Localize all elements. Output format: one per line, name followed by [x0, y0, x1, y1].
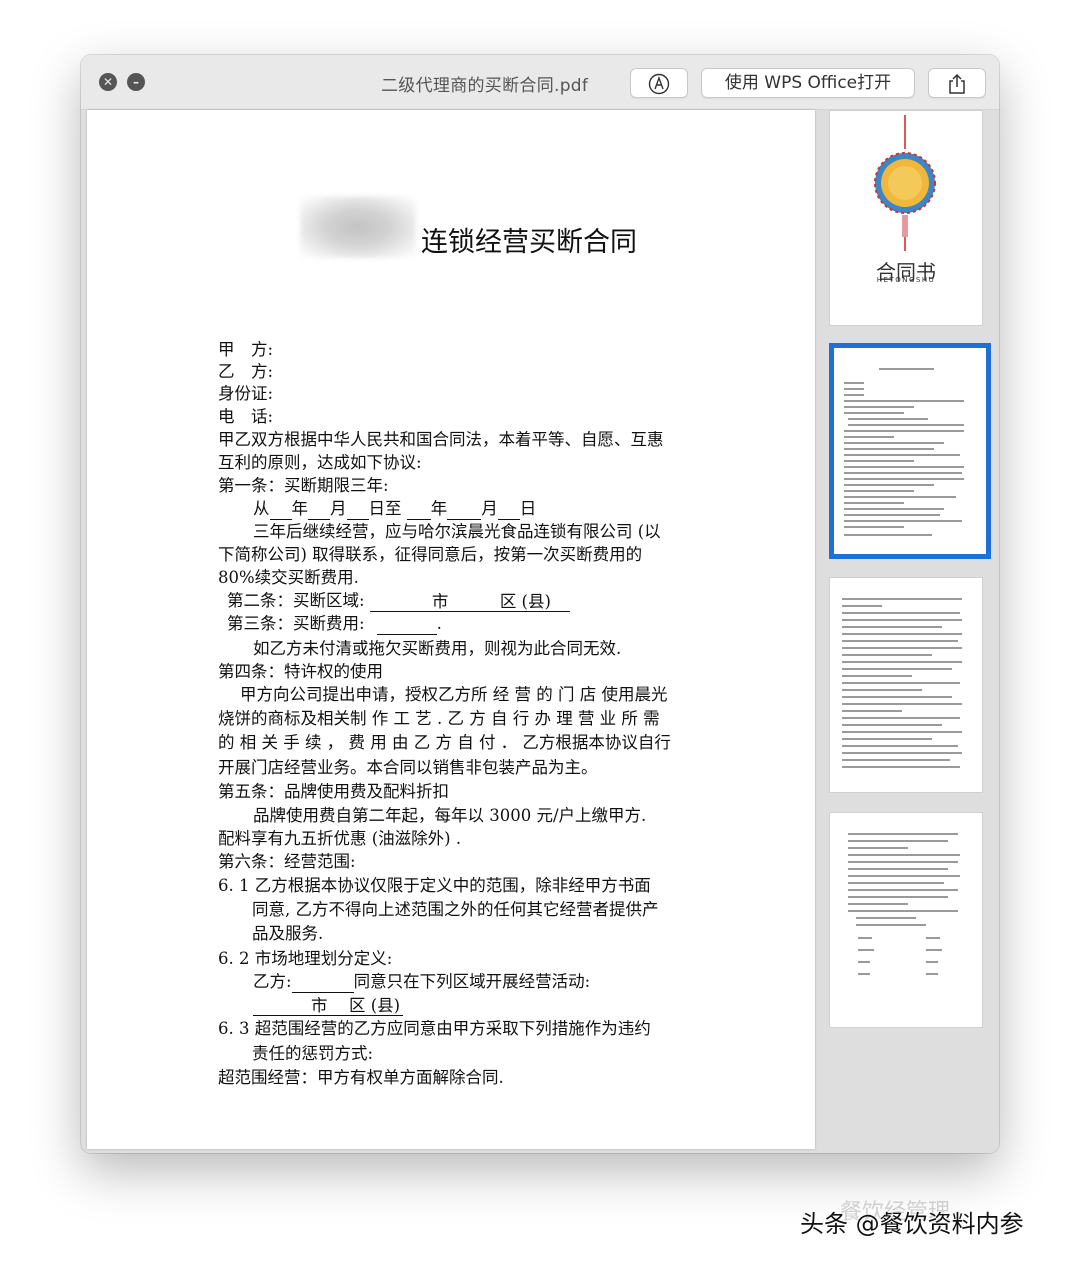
watermark-text: 头条 @餐饮资料内参 — [800, 1210, 1024, 1238]
doc-line: 甲方向公司提出申请，授权乙方所 经 营 的 门 店 使用晨光 — [240, 685, 668, 704]
markup-pen-icon — [648, 73, 670, 95]
markup-button[interactable] — [630, 68, 688, 98]
period-year: 年 — [291, 499, 309, 518]
thumbnail-page-2[interactable] — [829, 343, 991, 559]
title-bar: ✕ – 二级代理商的买断合同.pdf 使用 WPS Office打开 — [81, 55, 999, 110]
preview-window: ✕ – 二级代理商的买断合同.pdf 使用 WPS Office打开 连锁经营买… — [81, 55, 999, 1153]
party-b-text: 同意只在下列区域开展经营活动: — [353, 972, 591, 991]
doc-line: 品及服务. — [252, 924, 324, 943]
period-day-to: 日至 — [368, 499, 402, 518]
thumbnail-page-1[interactable]: 合同书 HETONGSHU — [829, 110, 983, 326]
area-district: 区 (县) — [349, 996, 401, 1015]
article-2-label: 第二条：买断区域: — [227, 591, 365, 610]
period-day: 日 — [519, 499, 537, 518]
document-area: 连锁经营买断合同 甲 方: 乙 方: 身份证: 电 话: 甲乙双方根据中华人民共… — [81, 110, 999, 1153]
article-3-end: . — [436, 614, 442, 633]
party-b-label: 乙方: — [253, 972, 292, 991]
document-title: 连锁经营买断合同 — [421, 227, 637, 258]
close-window-button[interactable]: ✕ — [99, 73, 117, 91]
doc-line: 第四条：特许权的使用 — [218, 662, 383, 681]
doc-line: 第一条：买断期限三年: — [218, 476, 389, 495]
share-icon — [949, 73, 965, 94]
doc-line: 同意, 乙方不得向上述范围之外的任何其它经营者提供产 — [252, 900, 659, 919]
doc-line: 6. 3 超范围经营的乙方应同意由甲方采取下列措施作为违约 — [218, 1019, 651, 1038]
doc-line: 甲乙双方根据中华人民共和国合同法，本着平等、自愿、互惠 — [218, 430, 664, 449]
area-line: 市 区 (县) — [253, 994, 403, 1016]
doc-line: 甲 方: — [218, 340, 274, 359]
minimize-window-button[interactable]: – — [127, 73, 145, 91]
thumbnail-page-3[interactable] — [829, 577, 983, 793]
doc-line: 第六条：经营范围: — [218, 852, 356, 871]
doc-line: 第五条：品牌使用费及配料折扣 — [218, 782, 449, 801]
share-button[interactable] — [928, 68, 986, 98]
party-b-line: 乙方: 同意只在下列区域开展经营活动: — [253, 971, 590, 993]
doc-line: 责任的惩罚方式: — [252, 1044, 374, 1063]
doc-line: 三年后继续经营，应与哈尔滨晨光食品连锁有限公司 (以 — [253, 522, 661, 541]
article-3-line: 第三条：买断费用:. — [227, 613, 442, 635]
period-line: 从 年 月 日至 年 月 日 — [253, 498, 536, 520]
cover-subtitle: HETONGSHU — [876, 276, 936, 284]
redacted-name — [300, 196, 416, 258]
article-2-district: 区 (县) — [499, 592, 551, 611]
period-month: 月 — [330, 499, 347, 518]
period-from: 从 — [253, 499, 270, 518]
window-title: 二级代理商的买断合同.pdf — [381, 76, 589, 96]
thumbnail-page-4[interactable] — [829, 812, 983, 1028]
article-3-label: 第三条：买断费用: — [227, 614, 365, 633]
doc-line: 如乙方未付清或拖欠买断费用，则视为此合同无效. — [253, 639, 622, 658]
doc-line: 配料享有九五折优惠 (油滋除外) . — [218, 829, 462, 848]
doc-line: 烧饼的商标及相关制 作 工 艺 . 乙 方 自 行 办 理 营 业 所 需 — [218, 709, 660, 728]
article-2-line: 第二条：买断区域: 市 区 (县) — [227, 590, 570, 612]
doc-line: 互利的原则，达成如下协议: — [218, 453, 422, 472]
doc-line: 乙 方: — [218, 362, 274, 381]
doc-line: 6. 2 市场地理划分定义: — [218, 949, 393, 968]
doc-line: 电 话: — [218, 407, 274, 426]
period-month-2: 月 — [481, 499, 498, 518]
open-with-wps-button[interactable]: 使用 WPS Office打开 — [701, 68, 915, 98]
doc-line: 品牌使用费自第二年起，每年以 3000 元/户上缴甲方. — [253, 806, 647, 825]
pdf-page[interactable]: 连锁经营买断合同 甲 方: 乙 方: 身份证: 电 话: 甲乙双方根据中华人民共… — [87, 110, 815, 1149]
doc-line: 身份证: — [218, 384, 274, 403]
thumbnail-sidebar: 合同书 HETONGSHU — [821, 110, 999, 1153]
area-city: 市 — [311, 996, 328, 1015]
doc-line: 的 相 关 手 续 ， 费 用 由 乙 方 自 付 ． 乙方根据本协议自行 — [218, 733, 671, 752]
doc-line: 超范围经营：甲方有权单方面解除合同. — [218, 1068, 504, 1087]
doc-line: 下简称公司) 取得联系，征得同意后，按第一次买断费用的 — [218, 545, 643, 564]
doc-line: 80%续交买断费用. — [218, 568, 359, 587]
doc-line: 6. 1 乙方根据本协议仅限于定义中的范围，除非经甲方书面 — [218, 876, 651, 895]
doc-line: 开展门店经营业务。本合同以销售非包装产品为主。 — [218, 758, 598, 777]
article-2-city: 市 — [431, 592, 449, 611]
period-year-2: 年 — [430, 499, 448, 518]
ornament-icon — [874, 115, 936, 251]
